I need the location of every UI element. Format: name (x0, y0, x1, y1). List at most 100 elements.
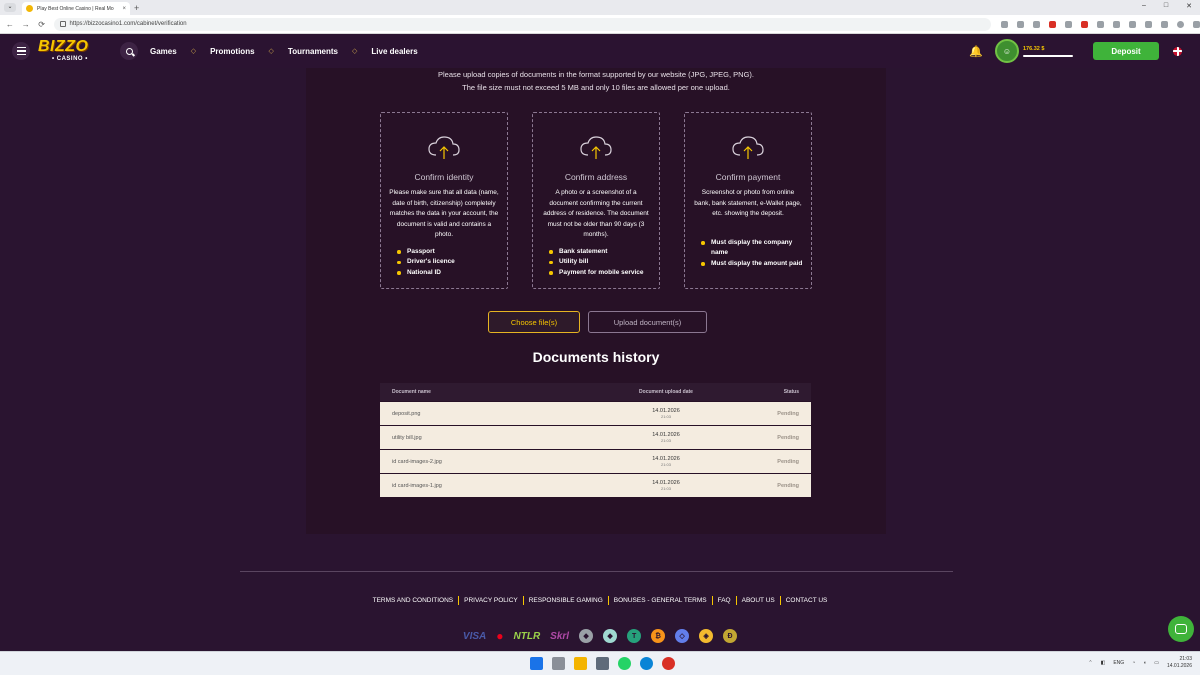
upload-documents-button[interactable]: Upload document(s) (588, 311, 707, 333)
maximize-button[interactable]: □ (1164, 2, 1168, 10)
nav-separator-icon: ◇ (268, 48, 274, 55)
zoom-icon[interactable] (1017, 20, 1025, 28)
tab-close-icon[interactable]: × (122, 6, 126, 12)
language-flag-icon[interactable] (1173, 46, 1182, 56)
list-item: Driver's licence (397, 257, 499, 268)
split-screen-icon[interactable] (1145, 20, 1153, 28)
card-confirm-address[interactable]: Confirm address A photo or a screenshot … (532, 112, 660, 289)
footer-divider (240, 571, 953, 572)
footer-separator (735, 596, 737, 605)
avatar[interactable]: ☺ (995, 39, 1019, 63)
reader-icon[interactable] (1001, 20, 1009, 28)
footer-link-privacy[interactable]: PRIVACY POLICY (464, 597, 518, 604)
nav-games[interactable]: Games (150, 47, 177, 56)
upload-date: 14.01.2026 21:03 (606, 480, 726, 491)
network-icon[interactable]: ◔ (1132, 660, 1135, 666)
balance-block[interactable]: 176.32 $ (1023, 46, 1073, 57)
tray-app-icon[interactable]: ◧ (1101, 660, 1106, 666)
volume-icon[interactable]: ◖ (1143, 660, 1146, 666)
edge-browser-icon[interactable] (640, 657, 653, 670)
list-item: Bank statement (549, 247, 651, 258)
profile-icon[interactable] (1177, 20, 1185, 28)
record-icon[interactable] (662, 657, 675, 670)
bitcoin-icon: ₿ (651, 629, 666, 643)
footer-link-contact[interactable]: CONTACT US (786, 597, 828, 604)
chevron-up-icon[interactable]: ⌃ (1088, 660, 1092, 666)
minimize-button[interactable]: – (1142, 2, 1146, 10)
verification-panel: Please upload copies of documents in the… (306, 68, 886, 534)
logo[interactable]: BIZZO • CASINO • (38, 37, 100, 65)
footer-link-bonuses[interactable]: BONUSES - GENERAL TERMS (614, 597, 707, 604)
extension-icon[interactable] (1097, 20, 1105, 28)
tether-icon: T (627, 629, 642, 643)
extension-icon[interactable] (1049, 20, 1057, 28)
footer-separator (607, 596, 609, 605)
footer-link-about[interactable]: ABOUT US (742, 597, 775, 604)
search-icon[interactable] (120, 42, 138, 60)
list-item: Payment for mobile service (549, 268, 651, 279)
app-icon[interactable] (596, 657, 609, 670)
choose-files-button[interactable]: Choose file(s) (488, 311, 580, 333)
url-input[interactable]: https://bizzocasino1.com/cabinet/verific… (53, 17, 992, 31)
visa-logo: VISA (462, 630, 487, 642)
card-list: Bank statement Utility bill Payment for … (541, 247, 651, 279)
card-title: Confirm payment (715, 172, 781, 182)
extension-icon[interactable] (1113, 20, 1121, 28)
back-button[interactable]: ← (4, 20, 16, 29)
card-confirm-identity[interactable]: Confirm identity Please make sure that a… (380, 112, 508, 289)
card-description: Please make sure that all data (name, da… (389, 189, 499, 238)
skrill-logo: Skrl (550, 630, 570, 642)
balance-amount: 176.32 $ (1023, 45, 1045, 52)
file-explorer-icon[interactable] (574, 657, 587, 670)
documents-history-table: Document name Document upload date Statu… (380, 383, 811, 497)
browser-tab[interactable]: Play Best Online Casino | Real Mo × (22, 2, 130, 15)
upload-actions: Choose file(s) Upload document(s) (488, 311, 707, 333)
favicon-icon (26, 5, 33, 12)
table-row: deposit.png 14.01.2026 21:03 Pending (380, 402, 811, 425)
forward-button[interactable]: → (20, 20, 32, 29)
extension-icon[interactable] (1065, 20, 1073, 28)
more-menu-icon[interactable] (1193, 20, 1200, 28)
windows-start-icon[interactable] (530, 657, 543, 670)
new-tab-button[interactable]: + (134, 3, 139, 13)
notification-bell-icon[interactable]: 🔔 (969, 45, 983, 58)
collections-icon[interactable] (1161, 20, 1169, 28)
instructions-line-2: The file size must not exceed 5 MB and o… (462, 83, 730, 92)
nav-tournaments[interactable]: Tournaments (288, 47, 338, 56)
logo-sub: • CASINO • (52, 56, 88, 62)
footer-separator (779, 596, 781, 605)
opera-icon[interactable] (1081, 20, 1089, 28)
nav-separator-icon: ◇ (352, 48, 358, 55)
card-list: Passport Driver's licence National ID (389, 247, 499, 279)
footer-separator (522, 596, 524, 605)
live-chat-icon[interactable] (1168, 616, 1194, 642)
language-indicator[interactable]: ENG (1113, 660, 1124, 666)
deposit-button[interactable]: Deposit (1093, 42, 1159, 60)
tab-list-button[interactable]: ⌄ (4, 3, 16, 12)
card-description: Screenshot or photo from online bank, ba… (694, 189, 802, 217)
search-icon[interactable] (552, 657, 565, 670)
whatsapp-icon[interactable] (618, 657, 631, 670)
column-header-date: Document upload date (639, 389, 693, 395)
card-title: Confirm identity (414, 172, 474, 182)
card-description: A photo or a screenshot of a document co… (543, 189, 649, 238)
clock[interactable]: 21:03 14.01.2026 (1167, 656, 1192, 670)
card-confirm-payment[interactable]: Confirm payment Screenshot or photo from… (684, 112, 812, 289)
crypto-coin-icon: ◆ (579, 629, 594, 643)
menu-icon[interactable] (12, 42, 30, 60)
address-bar-row: ← → ⟳ https://bizzocasino1.com/cabinet/v… (0, 15, 1200, 34)
nav-live-dealers[interactable]: Live dealers (371, 47, 417, 56)
close-window-button[interactable]: ✕ (1186, 2, 1192, 10)
nav-promotions[interactable]: Promotions (210, 47, 254, 56)
footer-link-responsible-gaming[interactable]: RESPONSIBLE GAMING (529, 597, 603, 604)
extensions-puzzle-icon[interactable] (1129, 20, 1137, 28)
bnb-icon: ◈ (699, 629, 714, 643)
document-name: utility bill.jpg (392, 434, 422, 441)
header-right: 🔔 ☺ 176.32 $ Deposit (969, 39, 1200, 63)
reload-button[interactable]: ⟳ (36, 20, 48, 29)
status-badge: Pending (777, 458, 799, 465)
footer-link-terms[interactable]: TERMS AND CONDITIONS (373, 597, 454, 604)
favorite-star-icon[interactable] (1033, 20, 1041, 28)
footer-link-faq[interactable]: FAQ (718, 597, 731, 604)
battery-icon[interactable]: ▭ (1154, 660, 1159, 666)
